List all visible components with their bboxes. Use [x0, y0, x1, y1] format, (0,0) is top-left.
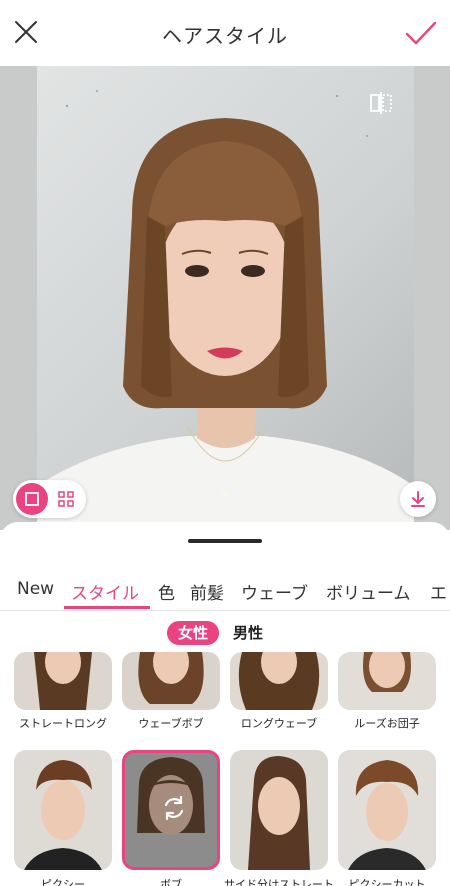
refresh-icon	[164, 795, 184, 821]
tab-new[interactable]: New	[17, 579, 54, 599]
portrait-photo	[37, 66, 414, 530]
active-tab-indicator	[64, 606, 150, 609]
style-label: ルーズお団子	[354, 717, 420, 730]
download-icon	[411, 491, 425, 507]
style-label: ストレートロング	[19, 717, 107, 730]
tab-color[interactable]: 色	[158, 579, 175, 604]
style-picker-sheet: New スタイル 色 前髪 ウェーブ ボリューム エ 女性 男性 ストレートロン…	[0, 522, 450, 886]
tab-style[interactable]: スタイル	[71, 579, 139, 604]
style-grid: ストレートロング ウェーブボブ ロングウェーブ ルーズお団子 ピクシー ボブ サ…	[0, 652, 450, 886]
category-tabs: New スタイル 色 前髪 ウェーブ ボリューム エ	[0, 572, 450, 612]
style-thumbnail	[122, 750, 220, 870]
single-view-icon	[25, 492, 39, 506]
style-thumbnail	[230, 652, 328, 710]
gender-female-button[interactable]: 女性	[167, 621, 219, 645]
style-thumbnail	[338, 750, 436, 870]
sheet-grabber[interactable]	[188, 539, 262, 543]
tabs-divider	[0, 610, 450, 611]
style-thumbnail	[230, 750, 328, 870]
style-label: ボブ	[160, 878, 182, 886]
photo-preview	[0, 66, 450, 530]
single-view-button[interactable]	[16, 483, 48, 515]
style-thumbnail	[338, 652, 436, 710]
top-bar: ヘアスタイル	[0, 0, 450, 66]
style-thumbnail	[14, 652, 112, 710]
tab-more[interactable]: エ	[430, 579, 447, 604]
style-thumbnail	[14, 750, 112, 870]
tab-bangs[interactable]: 前髪	[190, 579, 224, 604]
tab-wave[interactable]: ウェーブ	[241, 579, 308, 604]
tab-volume[interactable]: ボリューム	[326, 579, 411, 604]
checkmark-icon	[405, 21, 437, 45]
style-label: サイド分けストレート	[224, 878, 334, 886]
page-title: ヘアスタイル	[162, 24, 288, 48]
view-mode-toggle[interactable]	[13, 480, 86, 518]
grid-view-icon	[58, 491, 74, 507]
gender-filter: 女性 男性	[0, 619, 450, 647]
style-label: ロングウェーブ	[240, 717, 318, 730]
confirm-button[interactable]	[402, 14, 440, 52]
style-thumbnail	[122, 652, 220, 710]
download-button[interactable]	[400, 481, 436, 517]
style-label: ピクシーカット	[348, 878, 426, 886]
grid-view-button[interactable]	[53, 486, 79, 512]
style-label: ピクシー	[41, 878, 85, 886]
gender-male-button[interactable]: 男性	[233, 621, 263, 645]
style-label: ウェーブボブ	[138, 717, 204, 730]
compare-split-icon	[370, 92, 392, 114]
compare-button[interactable]	[366, 88, 396, 118]
